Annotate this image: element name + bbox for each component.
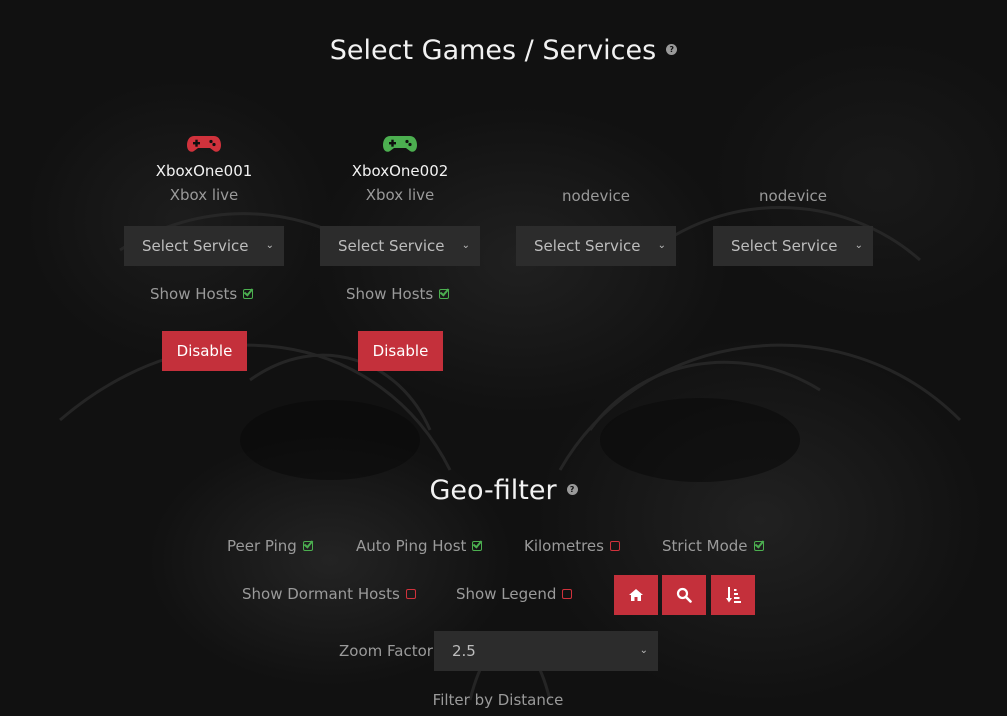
auto-ping-host-option[interactable]: Auto Ping Host bbox=[356, 537, 483, 555]
device-card-3: nodevice bbox=[498, 187, 694, 207]
service-select-value: Select Service bbox=[338, 237, 445, 255]
checkbox-unchecked-icon[interactable] bbox=[562, 588, 573, 599]
device-name: XboxOne001 bbox=[155, 162, 253, 180]
peer-ping-label: Peer Ping bbox=[227, 537, 297, 555]
zoom-factor-select[interactable]: 2.5 ⌄ bbox=[434, 631, 658, 671]
strict-mode-label: Strict Mode bbox=[662, 537, 748, 555]
search-button[interactable] bbox=[662, 575, 706, 615]
device-service: Xbox live bbox=[365, 186, 435, 204]
device-card-1: XboxOne001 Xbox live bbox=[106, 133, 302, 206]
show-legend-label: Show Legend bbox=[456, 585, 557, 603]
zoom-factor-label: Zoom Factor bbox=[339, 642, 433, 660]
kilometres-label: Kilometres bbox=[524, 537, 604, 555]
device-name: XboxOne002 bbox=[351, 162, 449, 180]
sort-icon bbox=[726, 587, 741, 603]
checkbox-unchecked-icon[interactable] bbox=[405, 588, 416, 599]
peer-ping-option[interactable]: Peer Ping bbox=[227, 537, 313, 555]
service-select-1[interactable]: Select Service ⌄ bbox=[124, 226, 284, 266]
service-select-value: Select Service bbox=[731, 237, 838, 255]
show-hosts-label: Show Hosts bbox=[150, 285, 238, 303]
service-select-value: Select Service bbox=[142, 237, 249, 255]
geo-section-title: Geo-filter? bbox=[0, 475, 1007, 506]
show-dormant-hosts-label: Show Dormant Hosts bbox=[242, 585, 400, 603]
show-legend-option[interactable]: Show Legend bbox=[456, 585, 573, 603]
home-button[interactable] bbox=[614, 575, 658, 615]
device-service: Xbox live bbox=[169, 186, 239, 204]
gamepad-icon bbox=[383, 136, 417, 152]
chevron-down-icon: ⌄ bbox=[461, 240, 470, 251]
service-select-2[interactable]: Select Service ⌄ bbox=[320, 226, 480, 266]
checkbox-checked-icon[interactable] bbox=[243, 288, 254, 299]
checkbox-checked-icon[interactable] bbox=[753, 540, 764, 551]
home-icon bbox=[629, 589, 643, 601]
games-title-text: Select Games / Services bbox=[329, 35, 657, 66]
auto-ping-host-label: Auto Ping Host bbox=[356, 537, 467, 555]
help-icon[interactable]: ? bbox=[566, 484, 578, 495]
help-icon[interactable]: ? bbox=[666, 44, 678, 55]
chevron-down-icon: ⌄ bbox=[854, 240, 863, 251]
service-select-value: Select Service bbox=[534, 237, 641, 255]
show-hosts-2[interactable]: Show Hosts bbox=[346, 285, 450, 303]
filter-by-distance-label: Filter by Distance bbox=[432, 691, 564, 709]
chevron-down-icon: ⌄ bbox=[657, 240, 666, 251]
kilometres-option[interactable]: Kilometres bbox=[524, 537, 620, 555]
strict-mode-option[interactable]: Strict Mode bbox=[662, 537, 764, 555]
geo-title-text: Geo-filter bbox=[429, 475, 557, 506]
checkbox-checked-icon[interactable] bbox=[472, 540, 483, 551]
games-section-title: Select Games / Services? bbox=[0, 35, 1007, 66]
checkbox-checked-icon[interactable] bbox=[439, 288, 450, 299]
sort-button[interactable] bbox=[711, 575, 755, 615]
gamepad-icon bbox=[187, 136, 221, 152]
service-select-3[interactable]: Select Service ⌄ bbox=[516, 226, 676, 266]
disable-button-1[interactable]: Disable bbox=[162, 331, 247, 371]
checkbox-unchecked-icon[interactable] bbox=[609, 540, 620, 551]
search-icon bbox=[676, 587, 692, 603]
chevron-down-icon: ⌄ bbox=[639, 645, 648, 656]
chevron-down-icon: ⌄ bbox=[265, 240, 274, 251]
service-select-4[interactable]: Select Service ⌄ bbox=[713, 226, 873, 266]
device-service: nodevice bbox=[562, 187, 630, 205]
show-dormant-hosts-option[interactable]: Show Dormant Hosts bbox=[242, 585, 416, 603]
zoom-factor-value: 2.5 bbox=[452, 642, 476, 660]
device-card-2: XboxOne002 Xbox live bbox=[302, 133, 498, 206]
checkbox-checked-icon[interactable] bbox=[302, 540, 313, 551]
disable-button-2[interactable]: Disable bbox=[358, 331, 443, 371]
device-service: nodevice bbox=[759, 187, 827, 205]
show-hosts-label: Show Hosts bbox=[346, 285, 434, 303]
device-card-4: nodevice bbox=[695, 187, 891, 207]
show-hosts-1[interactable]: Show Hosts bbox=[150, 285, 254, 303]
